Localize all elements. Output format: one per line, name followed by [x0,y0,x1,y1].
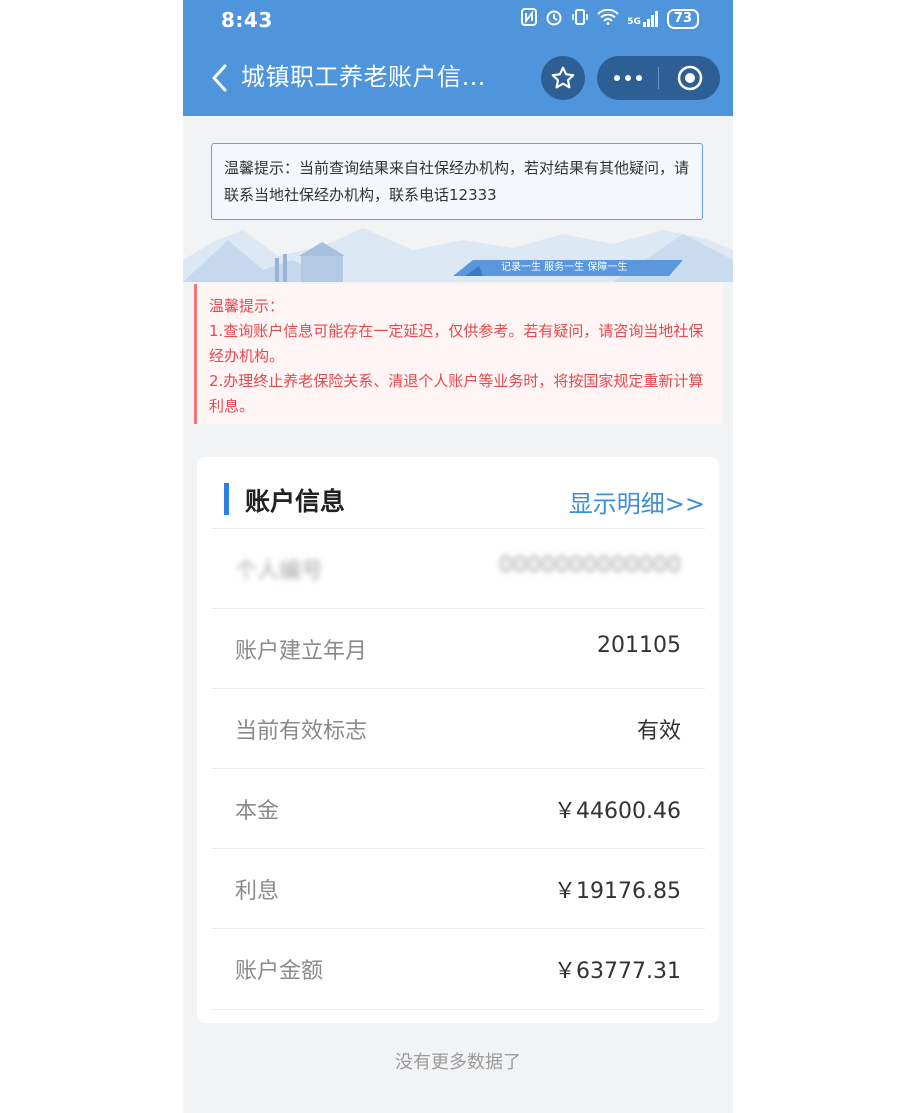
mini-program-capsule [597,56,720,100]
target-close-icon [677,65,702,91]
row-label: 利息 [235,879,280,904]
warning-title: 温馨提示： [209,297,285,315]
info-row-interest: 利息 ￥19176.85 [211,848,705,929]
info-row-principal: 本金 ￥44600.46 [211,768,705,849]
city-skyline-illustration [183,228,733,282]
more-button[interactable] [597,56,658,100]
wifi-icon [597,8,619,29]
row-label: 账户建立年月 [235,639,368,664]
account-info-card: 账户信息 显示明细>> 个人编号 0000000000000 账户建立年月 20… [197,457,719,1023]
banner-illustration: 记录一生 服务一生 保障一生 [183,220,733,282]
no-more-data-text: 没有更多数据了 [395,1052,521,1073]
back-button[interactable] [201,60,237,96]
warning-line-2: 2.办理终止养老保险关系、清退个人账户等业务时，将按国家规定重新计算利息。 [209,372,704,415]
app-header: 8:43 5G 73 城镇职工养老账户信… [183,0,733,116]
status-time: 8:43 [221,8,273,32]
row-label: 账户金额 [235,959,324,984]
result-source-notice: 温馨提示：当前查询结果来自社保经办机构，若对结果有其他疑问，请联系当地社保经办机… [211,143,703,220]
banner-slogan: 记录一生 服务一生 保障一生 [501,262,628,273]
info-row-personal-id: 个人编号 0000000000000 [211,528,705,609]
page-title: 城镇职工养老账户信… [241,63,486,91]
row-value: 201105 [597,633,681,658]
favorite-button[interactable] [541,56,585,100]
row-label: 当前有效标志 [235,719,368,744]
row-value: ￥19176.85 [554,879,681,904]
row-value: ￥63777.31 [554,959,681,984]
row-label: 本金 [235,799,280,824]
info-row-status: 当前有效标志 有效 [211,688,705,769]
status-icons: 5G 73 [521,8,699,30]
phone-screen: 8:43 5G 73 城镇职工养老账户信… 温馨提示：当前查询结果来自社保经办机… [183,0,733,1113]
star-icon [551,66,575,89]
close-mini-program-button[interactable] [659,56,720,100]
battery-icon: 73 [666,9,699,29]
row-value: 有效 [636,719,681,744]
more-dots-icon [613,75,642,81]
alarm-icon [545,8,563,30]
signal-icon: 5G [627,11,659,27]
nfc-icon [521,8,538,30]
show-details-link[interactable]: 显示明细>> [569,484,705,519]
chevron-left-icon [212,64,227,92]
row-value: ￥44600.46 [554,799,681,824]
section-accent-bar [224,483,229,515]
warning-notice: 温馨提示： 1.查询账户信息可能存在一定延迟，仅供参考。若有疑问，请咨询当地社保… [194,284,722,424]
info-row-established: 账户建立年月 201105 [211,608,705,689]
info-row-balance: 账户金额 ￥63777.31 [211,928,705,1010]
row-value: 0000000000000 [499,553,681,578]
warning-line-1: 1.查询账户信息可能存在一定延迟，仅供参考。若有疑问，请咨询当地社保经办机构。 [209,322,704,365]
vibrate-icon [571,8,589,30]
card-title: 账户信息 [245,487,346,516]
row-label: 个人编号 [235,559,324,584]
